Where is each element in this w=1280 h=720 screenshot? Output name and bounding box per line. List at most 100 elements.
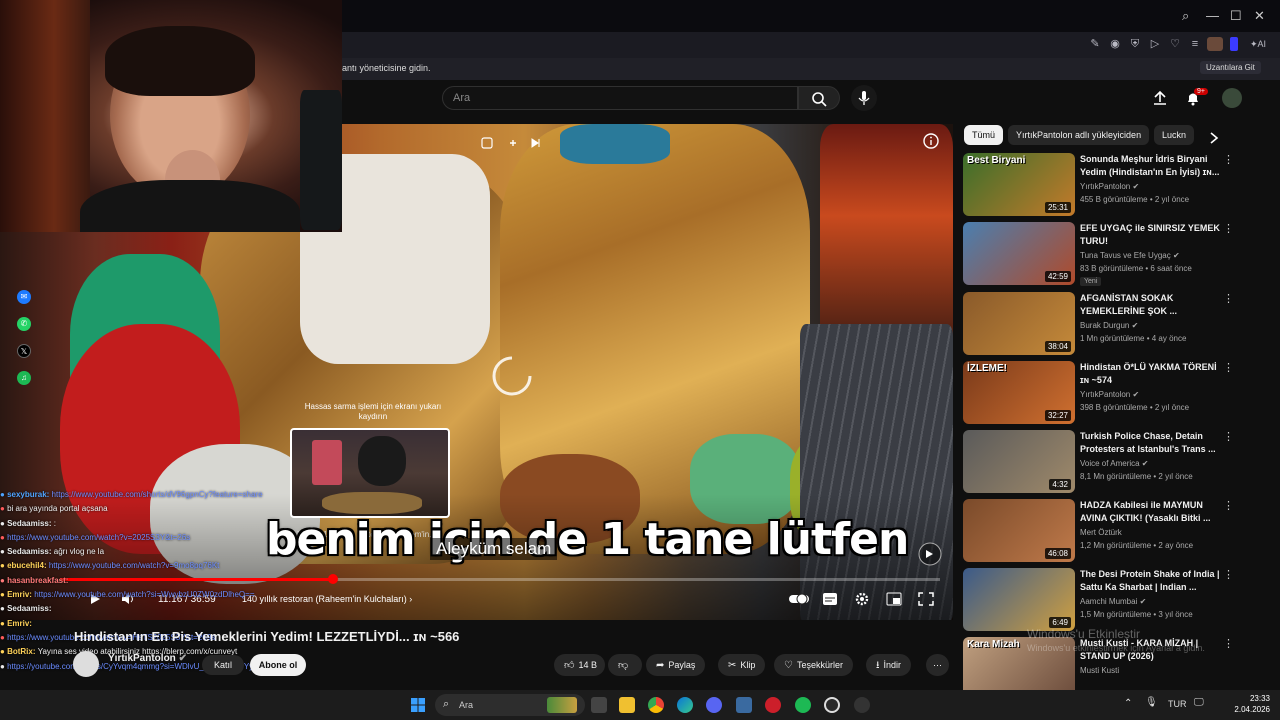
- profile-icon[interactable]: [1207, 37, 1223, 51]
- taskbar-obs-icon[interactable]: [824, 697, 840, 713]
- download-button[interactable]: ⭳ İndir: [866, 654, 912, 676]
- edit-icon[interactable]: ✎: [1088, 37, 1102, 51]
- miniplayer-icon[interactable]: [886, 592, 902, 606]
- more-options-icon[interactable]: ⋮: [1223, 430, 1234, 443]
- recommendation-title[interactable]: The Desi Protein Shake of India | Sattu …: [1080, 568, 1220, 594]
- taskbar-discord-icon[interactable]: [706, 697, 722, 713]
- recommendation-thumbnail[interactable]: 46:08: [963, 499, 1075, 562]
- taskbar-taskview-icon[interactable]: [591, 697, 607, 713]
- recommendation-item[interactable]: 4:32 Turkish Police Chase, Detain Protest…: [963, 430, 1263, 496]
- recommendation-channel[interactable]: Mert Öztürk: [1080, 528, 1122, 537]
- more-actions-button[interactable]: ⋯: [926, 654, 949, 676]
- taskbar-clock[interactable]: 23:33 2.04.2026: [1212, 693, 1270, 715]
- subscribe-button[interactable]: Abone ol: [250, 654, 306, 676]
- recommendation-item[interactable]: 42:59 EFE UYGAÇ ile SINIRSIZ YEMEK TURU! T…: [963, 222, 1263, 288]
- more-options-icon[interactable]: ⋮: [1223, 153, 1234, 166]
- close-icon[interactable]: ✕: [1254, 8, 1265, 24]
- chat-text[interactable]: https://www.youtube.com/watch?v=2025S3Y&…: [7, 533, 190, 542]
- channel-avatar[interactable]: [73, 651, 99, 677]
- extensions-button[interactable]: Uzantılara Git: [1200, 61, 1261, 74]
- taskbar-widget-icon[interactable]: [547, 697, 577, 713]
- dislike-button[interactable]: 👎︎: [608, 654, 643, 676]
- recommendation-channel[interactable]: Voice of America ✔: [1080, 459, 1149, 468]
- recommendation-item[interactable]: Best Biryani 25:31 Sonunda Meşhur İdris Bi…: [963, 153, 1263, 219]
- next-circle-icon[interactable]: [918, 542, 942, 566]
- filter-chip[interactable]: Tümü: [964, 125, 1004, 145]
- heart-icon[interactable]: ♡: [1168, 37, 1182, 51]
- fullscreen-icon[interactable]: [918, 592, 934, 606]
- chat-text[interactable]: https://www.youtube.com/shorts/dV96gpnCy…: [52, 490, 263, 499]
- extension-icon[interactable]: [1230, 37, 1238, 51]
- filter-chip[interactable]: Luckn: [1154, 125, 1195, 145]
- tray-chevron-icon[interactable]: ⌃: [1124, 698, 1132, 709]
- more-options-icon[interactable]: ⋮: [1223, 292, 1234, 305]
- progress-scrubber[interactable]: [327, 574, 338, 584]
- tray-mic-icon[interactable]: 🎙︎: [1145, 697, 1158, 708]
- upload-icon[interactable]: [1152, 90, 1168, 106]
- recommendation-channel[interactable]: Aamchi Mumbai ✔: [1080, 597, 1146, 606]
- windows-start-icon[interactable]: [410, 697, 426, 713]
- chat-text[interactable]: https://www.youtube.com/watch?si=WwybzU0…: [34, 590, 254, 599]
- taskbar-explorer-icon[interactable]: [619, 697, 635, 713]
- shield-icon[interactable]: ⛨: [1128, 37, 1142, 51]
- recommendation-channel[interactable]: YırtıkPantolon ✔: [1080, 182, 1139, 191]
- recommendation-thumbnail[interactable]: 4:32: [963, 430, 1075, 493]
- tray-network-icon[interactable]: 🖵︎: [1194, 697, 1204, 708]
- filter-chip[interactable]: YırtıkPantolon adlı yükleyiciden: [1008, 125, 1150, 145]
- minimize-icon[interactable]: —: [1206, 8, 1219, 23]
- more-options-icon[interactable]: ⋮: [1223, 222, 1234, 235]
- more-options-icon[interactable]: ⋮: [1223, 637, 1234, 650]
- search-button[interactable]: [798, 86, 840, 110]
- video-top-controls-icon[interactable]: [480, 136, 550, 152]
- recommendation-channel[interactable]: Burak Durgun ✔: [1080, 321, 1138, 330]
- settings-gear-icon[interactable]: [854, 591, 870, 607]
- recommendation-channel[interactable]: Musti Kusti: [1080, 666, 1119, 675]
- menu-icon[interactable]: ≡: [1188, 37, 1202, 51]
- share-button[interactable]: ➦ Paylaş: [646, 654, 706, 676]
- info-icon[interactable]: [922, 132, 940, 150]
- recommendation-title[interactable]: EFE UYGAÇ ile SINIRSIZ YEMEK TURU!: [1080, 222, 1220, 248]
- recommendation-item[interactable]: 38:04 AFGANİSTAN SOKAK YEMEKLERİNE ŞOK ..…: [963, 292, 1263, 358]
- autoplay-toggle-icon[interactable]: [788, 592, 810, 606]
- recommendation-thumbnail[interactable]: İZLEME! 32:27: [963, 361, 1075, 424]
- taskbar-spotify-icon[interactable]: [795, 697, 811, 713]
- recommendation-channel[interactable]: Tuna Tavus ve Efe Uygaç ✔: [1080, 251, 1180, 260]
- search-tabs-icon[interactable]: ⌕: [1182, 8, 1189, 24]
- more-options-icon[interactable]: ⋮: [1223, 499, 1234, 512]
- like-button[interactable]: 👍︎ 14 B: [554, 654, 605, 676]
- recommendation-thumbnail[interactable]: 6:49: [963, 568, 1075, 631]
- recommendation-title[interactable]: AFGANİSTAN SOKAK YEMEKLERİNE ŞOK ...: [1080, 292, 1220, 318]
- account-avatar[interactable]: [1222, 88, 1242, 108]
- clip-button[interactable]: ✂ Klip: [718, 654, 766, 676]
- recommendation-item[interactable]: 46:08 HADZA Kabilesi ile MAYMUN AVINA ÇIK…: [963, 499, 1263, 565]
- recommendation-title[interactable]: HADZA Kabilesi ile MAYMUN AVINA ÇIKTIK! …: [1080, 499, 1220, 525]
- chevron-right-icon[interactable]: [1208, 131, 1220, 145]
- subtitles-icon[interactable]: [822, 592, 838, 606]
- tray-language[interactable]: TUR: [1168, 699, 1187, 709]
- chat-text[interactable]: https://www.youtube.com/watch?v=9mo8pq76…: [49, 561, 220, 570]
- taskbar-app-icon[interactable]: [736, 697, 752, 713]
- taskbar-edge-icon[interactable]: [677, 697, 693, 713]
- search-input[interactable]: Ara: [442, 86, 798, 110]
- join-button[interactable]: Katıl: [202, 655, 244, 675]
- channel-name[interactable]: YırtıkPantolon ✔: [108, 653, 187, 664]
- thanks-button[interactable]: ♡ Teşekkürler: [774, 654, 853, 676]
- recommendation-thumbnail[interactable]: Best Biryani 25:31: [963, 153, 1075, 216]
- maximize-icon[interactable]: ☐: [1230, 8, 1242, 24]
- recommendation-item[interactable]: İZLEME! 32:27 Hindistan Ö*LÜ YAKMA TÖRENİ …: [963, 361, 1263, 427]
- recommendation-channel[interactable]: YırtıkPantolon ✔: [1080, 390, 1139, 399]
- more-options-icon[interactable]: ⋮: [1223, 361, 1234, 374]
- camera-icon[interactable]: ◉: [1108, 37, 1122, 51]
- taskbar-opera-icon[interactable]: [765, 697, 781, 713]
- voice-search-button[interactable]: [851, 85, 877, 111]
- taskbar-chrome-icon[interactable]: [648, 697, 664, 713]
- recommendation-title[interactable]: Hindistan Ö*LÜ YAKMA TÖRENİ ɪɴ ~574: [1080, 361, 1220, 387]
- recommendation-item[interactable]: 6:49 The Desi Protein Shake of India | Sa…: [963, 568, 1263, 634]
- more-options-icon[interactable]: ⋮: [1223, 568, 1234, 581]
- recommendation-thumbnail[interactable]: 38:04: [963, 292, 1075, 355]
- recommendation-thumbnail[interactable]: 42:59: [963, 222, 1075, 285]
- play-icon[interactable]: ▷: [1148, 37, 1162, 51]
- taskbar-settings-icon[interactable]: [854, 697, 870, 713]
- recommendation-title[interactable]: Sonunda Meşhur İdris Biryani Yedim (Hind…: [1080, 153, 1220, 179]
- recommendation-title[interactable]: Turkish Police Chase, Detain Protesters …: [1080, 430, 1220, 456]
